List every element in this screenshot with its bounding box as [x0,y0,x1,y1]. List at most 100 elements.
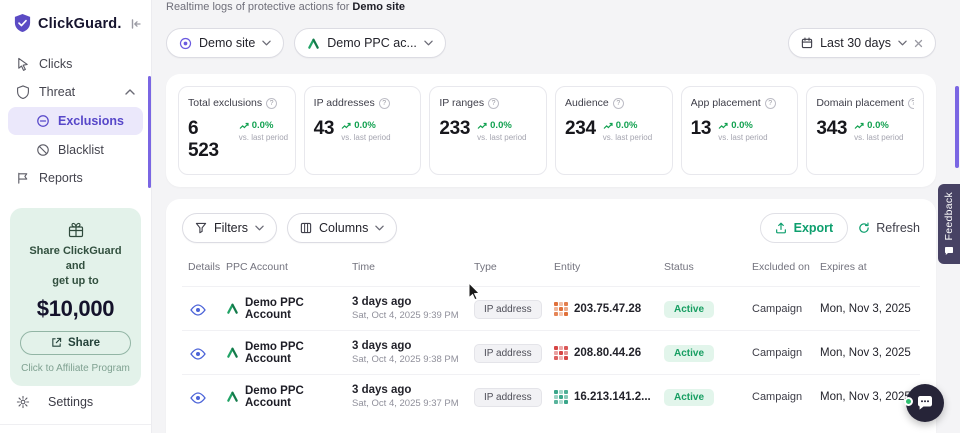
ads-account-icon [307,37,320,50]
col-header-time[interactable]: Time [352,261,474,274]
eye-icon [190,304,206,316]
info-icon[interactable] [765,98,776,109]
online-status-dot [904,397,913,406]
nav-label: Threat [39,85,75,99]
chevron-down-icon [424,40,433,46]
refresh-button[interactable]: Refresh [858,221,920,235]
settings-label: Settings [48,395,93,409]
stat-value: 6 523 [188,118,232,162]
sidebar-item-clicks[interactable]: Clicks [8,50,143,78]
sidebar-item-threat[interactable]: Threat [8,78,143,106]
sidebar-item-reports[interactable]: Reports [8,164,143,192]
type-badge: IP address [474,388,542,407]
col-header-account[interactable]: PPC Account [226,261,352,274]
ads-account-icon [226,302,239,315]
ppc-account-name: Demo PPC Account [245,385,352,409]
trend-up-icon [239,122,249,130]
stat-tile-total-exclusions: Total exclusions 6 523 0.0% vs. last per… [178,86,296,175]
chat-widget-button[interactable] [906,384,944,422]
filter-row: Demo site Demo PPC ac... Last 30 days [166,28,936,58]
col-header-excluded-on[interactable]: Excluded on [752,261,820,274]
collapse-sidebar-icon [130,18,142,30]
sidebar-item-settings[interactable]: Settings [0,386,151,418]
share-button-label: Share [68,337,100,349]
trend-up-icon [603,122,613,130]
sidebar-item-blacklist[interactable]: Blacklist [8,136,143,164]
sidebar-scrollbar[interactable] [148,76,151,188]
expires-at-value: Mon, Nov 3, 2025 [820,347,920,359]
clickguard-logo-icon [13,13,32,34]
info-icon[interactable] [379,98,390,109]
col-header-type[interactable]: Type [474,261,554,274]
promo-amount: $10,000 [20,296,131,322]
stats-summary-card: Total exclusions 6 523 0.0% vs. last per… [166,74,936,187]
excluded-on-value: Campaign [752,347,820,359]
col-header-entity[interactable]: Entity [554,261,664,274]
stat-tile-audience: Audience 234 0.0% vs. last period [555,86,673,175]
exclusion-circle-icon [36,114,50,128]
stat-value: 43 [314,118,335,140]
ppc-account-filter-dropdown[interactable]: Demo PPC ac... [294,28,446,58]
page-scrollbar[interactable] [955,86,959,168]
view-details-button[interactable] [182,390,206,404]
time-relative: 3 days ago [352,296,474,308]
trend-up-icon [718,122,728,130]
trend-up-icon [477,122,487,130]
affiliate-promo-card: Share ClickGuard and get up to $10,000 S… [10,208,141,386]
user-menu[interactable]: NA gmail.com naatali.ro@gmail.com [0,424,151,433]
chevron-down-icon [898,40,907,46]
table-toolbar: Filters Columns [182,213,920,243]
export-button[interactable]: Export [760,213,849,243]
gear-icon [16,395,30,409]
entity-identicon-icon [554,390,568,404]
trend-up-icon [341,122,351,130]
table-row[interactable]: Demo PPC Account 3 days agoSat, Oct 4, 2… [182,374,920,418]
status-badge: Active [664,389,714,406]
filters-button[interactable]: Filters [182,213,277,243]
table-row[interactable]: Demo PPC Account 3 days agoSat, Oct 4, 2… [182,330,920,374]
ads-account-icon [226,390,239,403]
feedback-tab[interactable]: Feedback [938,184,960,264]
sidebar-item-exclusions[interactable]: Exclusions [8,107,143,135]
brand-row: ClickGuard. [0,0,151,44]
share-external-icon [51,337,62,348]
main-content: Realtime logs of protective actions forD… [152,0,960,433]
site-globe-icon [179,37,192,50]
sidebar-collapse-button[interactable] [128,16,144,32]
ppc-account-name: Demo PPC Account [245,297,352,321]
trend-up-icon [854,122,864,130]
gift-icon [67,221,85,239]
table-row[interactable]: Demo PPC Account 3 days ago Sat, Oct 4, 2… [182,286,920,330]
share-button[interactable]: Share [20,331,131,355]
logs-table-card: Filters Columns [166,199,936,433]
info-icon[interactable] [488,98,499,109]
chevron-down-icon [375,225,384,231]
clear-date-icon[interactable] [914,39,923,48]
time-relative: 3 days ago [352,340,474,352]
refresh-icon [858,222,870,234]
info-icon[interactable] [908,98,914,109]
sidebar: ClickGuard. Clicks Threat [0,0,152,433]
nav-label: Blacklist [58,143,104,157]
view-details-button[interactable] [182,346,206,360]
affiliate-program-link[interactable]: Click to Affiliate Program [20,363,131,374]
col-header-status[interactable]: Status [664,261,752,274]
ads-account-icon [226,346,239,359]
stat-tile-domain-placement: Domain placement 343 0.0% vs. last perio… [806,86,924,175]
info-icon[interactable] [613,98,624,109]
columns-button[interactable]: Columns [287,213,397,243]
stat-value: 13 [691,118,712,140]
date-range-dropdown[interactable]: Last 30 days [788,28,936,58]
chevron-up-icon [125,89,135,95]
col-header-expires-at[interactable]: Expires at [820,261,920,274]
site-filter-dropdown[interactable]: Demo site [166,28,284,58]
view-details-button[interactable] [182,302,206,316]
stat-tile-ip-addresses: IP addresses 43 0.0% vs. last period [304,86,422,175]
funnel-icon [195,222,207,234]
info-icon[interactable] [266,98,277,109]
time-absolute: Sat, Oct 4, 2025 9:39 PM [352,310,474,321]
col-header-details[interactable]: Details [182,261,226,274]
stat-value: 343 [816,118,847,140]
stat-value: 234 [565,118,596,140]
type-badge: IP address [474,300,542,319]
